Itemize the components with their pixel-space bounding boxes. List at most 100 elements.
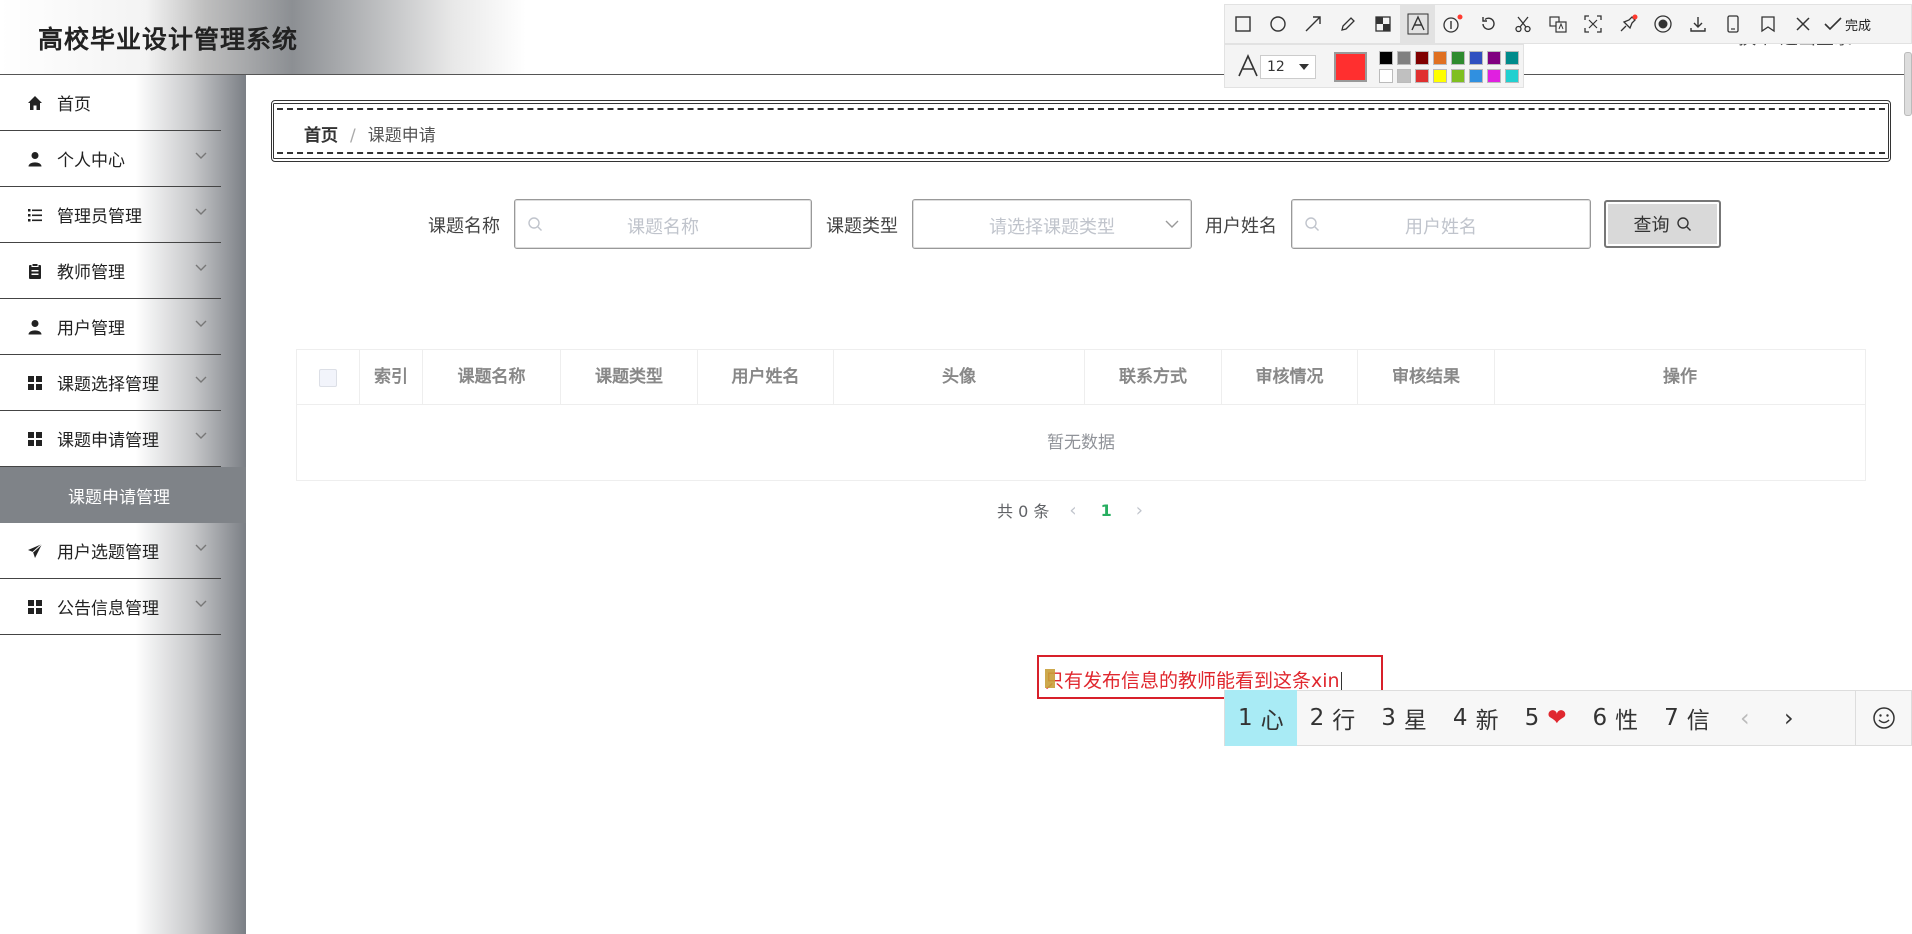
arrow-tool-icon[interactable] (1295, 4, 1330, 44)
user-name-input[interactable]: 用户姓名 (1291, 199, 1591, 249)
column-header: 课题名称 (423, 350, 561, 405)
color-swatch[interactable] (1505, 51, 1519, 65)
close-icon[interactable] (1785, 4, 1820, 44)
pagination-page[interactable]: 1 (1101, 501, 1112, 520)
ellipse-tool-icon[interactable] (1260, 4, 1295, 44)
next-page-icon[interactable]: › (1136, 500, 1143, 521)
ime-prev-page-icon[interactable]: ‹ (1723, 690, 1767, 746)
user-name-label: 用户姓名 (1205, 216, 1277, 237)
pencil-tool-icon[interactable] (1330, 4, 1365, 44)
ime-next-page-icon[interactable]: › (1767, 690, 1811, 746)
ime-candidate[interactable]: 4新 (1440, 690, 1512, 746)
sidebar-item-topic-selection[interactable]: 课题选择管理 (0, 355, 221, 411)
query-button[interactable]: 查询 (1604, 200, 1721, 248)
sidebar-item-announcement[interactable]: 公告信息管理 (0, 579, 221, 635)
sidebar-item-user-topic-selection[interactable]: 用户选题管理 (0, 523, 221, 579)
sidebar-subitem-topic-application[interactable]: 课题申请管理 (0, 467, 246, 523)
rectangle-tool-icon[interactable] (1225, 4, 1260, 44)
chevron-down-icon (195, 432, 207, 439)
query-button-label: 查询 (1633, 215, 1670, 236)
breadcrumb-home[interactable]: 首页 (304, 126, 338, 146)
font-size-value: 12 (1267, 59, 1285, 75)
ime-candidate[interactable]: 1心 (1225, 690, 1297, 746)
sidebar-item-label: 教师管理 (57, 263, 125, 283)
table-empty-text: 暂无数据 (1047, 433, 1115, 453)
bookmark-icon[interactable] (1750, 4, 1785, 44)
sidebar-item-personal-center[interactable]: 个人中心 (0, 131, 221, 187)
color-swatch[interactable] (1469, 51, 1483, 65)
color-swatch[interactable] (1505, 69, 1519, 83)
sidebar-item-label: 课题选择管理 (57, 375, 159, 395)
ime-candidate[interactable]: 2行 (1297, 690, 1369, 746)
done-button[interactable]: 完成 (1824, 15, 1871, 34)
ime-candidate[interactable]: 5 ❤ (1512, 690, 1580, 746)
sidebar-item-home[interactable]: 首页 (0, 75, 221, 131)
user-icon (26, 318, 44, 336)
color-swatch[interactable] (1451, 69, 1465, 83)
grid-icon (26, 374, 44, 392)
ocr-icon[interactable] (1575, 4, 1610, 44)
color-swatch[interactable] (1379, 51, 1393, 65)
app-title: 高校毕业设计管理系统 (38, 25, 299, 54)
translate-icon[interactable] (1540, 4, 1575, 44)
color-swatch[interactable] (1487, 51, 1501, 65)
list-icon (26, 206, 44, 224)
topic-type-label: 课题类型 (826, 216, 898, 237)
undo-icon[interactable] (1470, 4, 1505, 44)
mosaic-tool-icon[interactable] (1365, 4, 1400, 44)
color-swatch[interactable] (1487, 69, 1501, 83)
color-swatch[interactable] (1433, 69, 1447, 83)
download-icon[interactable] (1680, 4, 1715, 44)
prev-page-icon[interactable]: ‹ (1069, 500, 1076, 521)
phone-icon[interactable] (1715, 4, 1750, 44)
color-swatch[interactable] (1469, 69, 1483, 83)
sidebar-item-topic-application[interactable]: 课题申请管理 (0, 411, 221, 467)
chevron-down-icon (1165, 220, 1179, 228)
topic-application-table: 索引 课题名称 课题类型 用户姓名 头像 联系方式 审核情况 审核结果 操作 暂… (296, 349, 1866, 481)
screenshot-toolbar: 完成 (1224, 4, 1912, 44)
table-header: 索引 课题名称 课题类型 用户姓名 头像 联系方式 审核情况 审核结果 操作 (297, 350, 1865, 405)
ime-candidate[interactable]: 6性 (1579, 690, 1651, 746)
sidebar-item-teacher-management[interactable]: 教师管理 (0, 243, 221, 299)
chevron-down-icon (195, 264, 207, 271)
emoji-icon[interactable] (1855, 690, 1911, 746)
ime-candidate[interactable]: 7信 (1651, 690, 1723, 746)
number-marker-icon[interactable] (1435, 4, 1470, 44)
clipboard-icon (26, 262, 44, 280)
color-swatch[interactable] (1415, 69, 1429, 83)
pin-icon[interactable] (1610, 4, 1645, 44)
sidebar-item-user-management[interactable]: 用户管理 (0, 299, 221, 355)
scrollbar-handle[interactable] (1904, 52, 1912, 116)
sidebar-item-admin-management[interactable]: 管理员管理 (0, 187, 221, 243)
cut-icon[interactable] (1505, 4, 1540, 44)
topic-name-placeholder: 课题名称 (627, 217, 699, 238)
color-swatch[interactable] (1415, 51, 1429, 65)
topic-name-label: 课题名称 (428, 216, 500, 237)
topic-type-select[interactable]: 请选择课题类型 (912, 199, 1192, 249)
breadcrumb-panel-inner (277, 108, 1885, 154)
text-tool-icon[interactable] (1400, 4, 1435, 44)
sidebar: 首页 个人中心 管理员管理 教师管理 用户管理 课题选择管理 课题申请管理 课题… (0, 75, 246, 934)
send-icon (26, 542, 44, 560)
record-icon[interactable] (1645, 4, 1680, 44)
topic-name-input[interactable]: 课题名称 (514, 199, 812, 249)
chevron-down-icon (195, 376, 207, 383)
color-swatch[interactable] (1397, 69, 1411, 83)
font-size-select[interactable]: 12 (1260, 55, 1316, 79)
sidebar-item-label: 公告信息管理 (57, 599, 159, 619)
color-swatch[interactable] (1433, 51, 1447, 65)
sidebar-subitem-label: 课题申请管理 (68, 487, 170, 508)
sidebar-item-label: 用户选题管理 (57, 543, 159, 563)
color-swatch[interactable] (1451, 51, 1465, 65)
grid-icon (26, 430, 44, 448)
current-color-swatch[interactable] (1334, 52, 1367, 82)
sidebar-item-label: 首页 (57, 95, 91, 115)
column-header: 索引 (360, 350, 423, 405)
column-header: 审核情况 (1222, 350, 1358, 405)
ime-candidate[interactable]: 3星 (1368, 690, 1440, 746)
breadcrumb-current: 课题申请 (367, 126, 436, 146)
pagination: 共 0 条 ‹ 1 › (997, 498, 1143, 522)
color-swatch[interactable] (1379, 69, 1393, 83)
color-swatch[interactable] (1397, 51, 1411, 65)
select-all-checkbox[interactable] (319, 369, 337, 387)
